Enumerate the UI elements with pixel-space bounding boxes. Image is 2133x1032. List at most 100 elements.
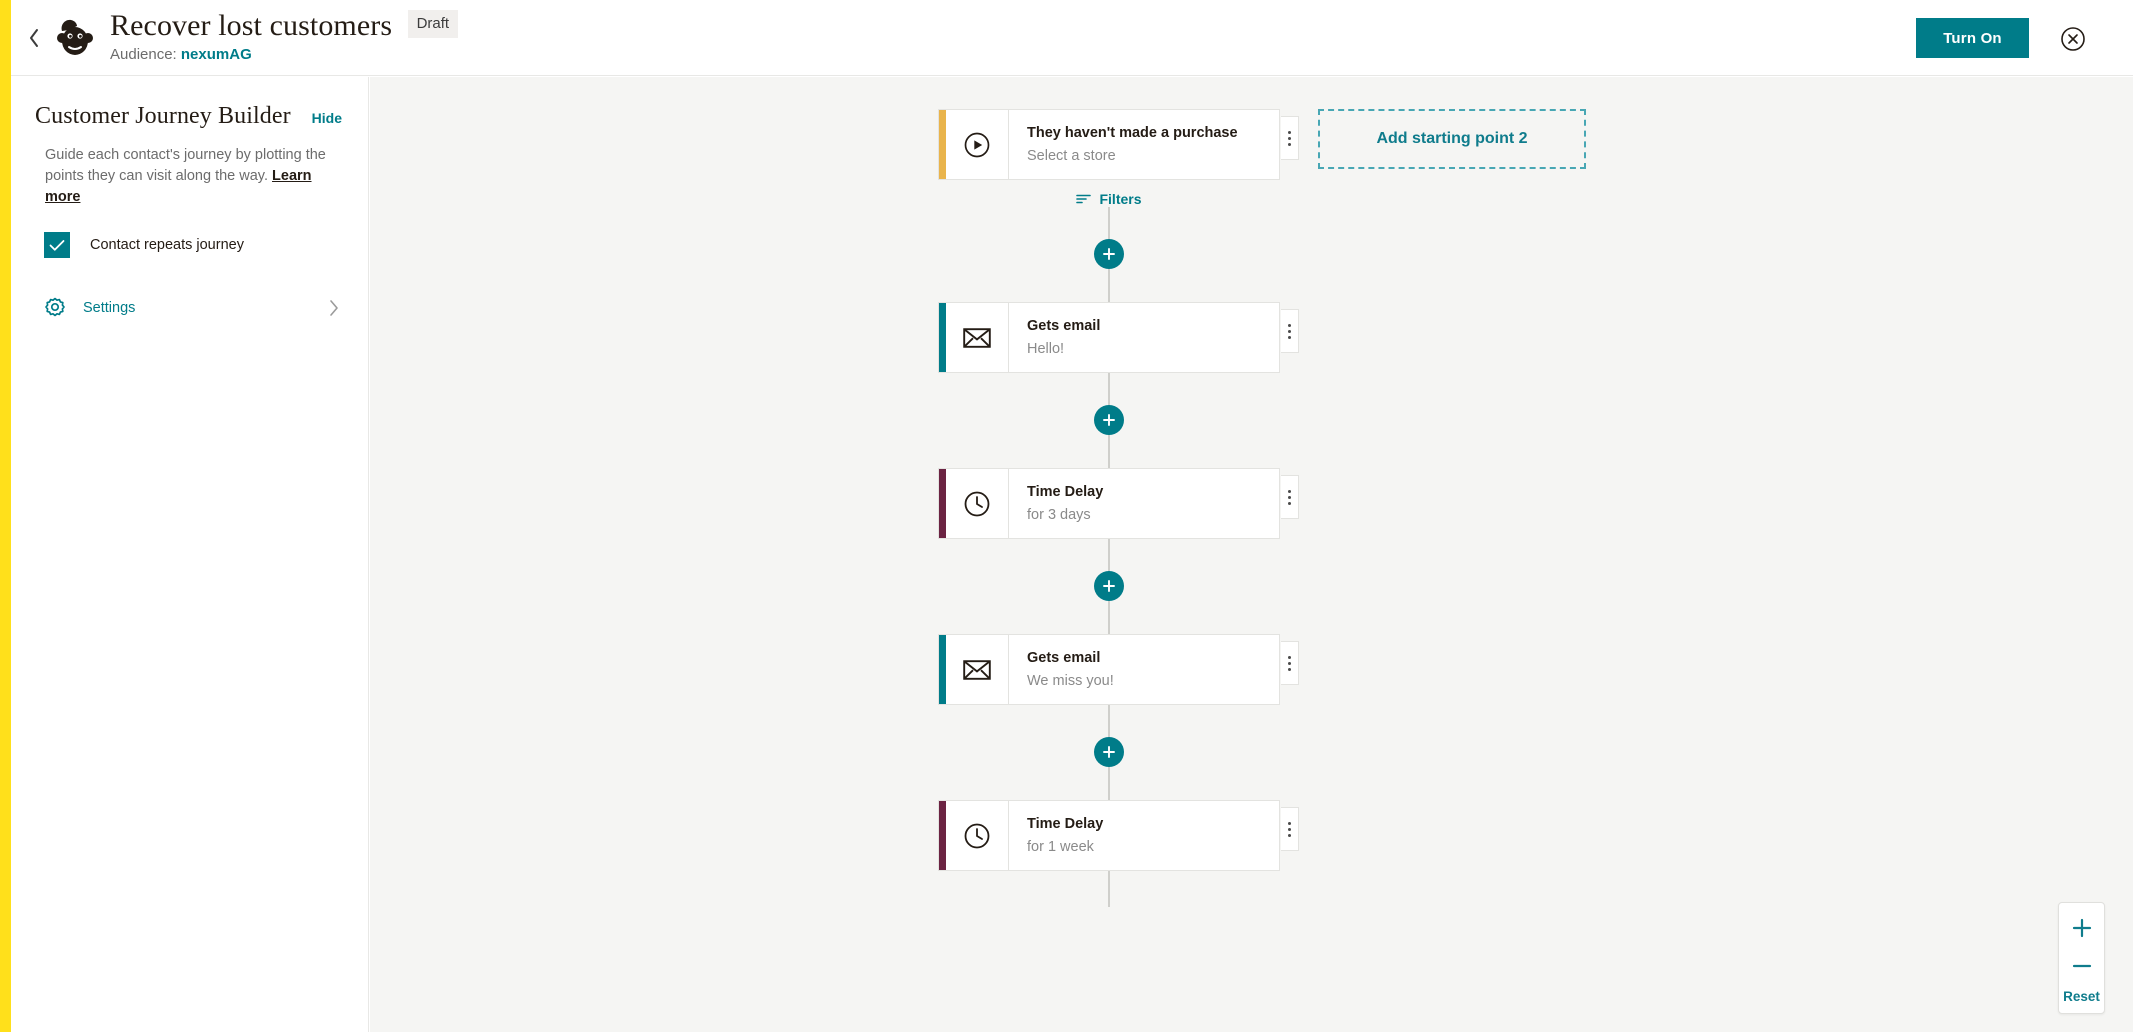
contact-repeats-journey-checkbox[interactable] [44,232,70,258]
audience-name-link[interactable]: nexumAG [181,46,252,63]
zoom-reset-button[interactable]: Reset [2059,987,2104,1004]
check-icon [49,239,65,252]
add-step-button[interactable] [1094,571,1124,601]
close-button[interactable] [2060,26,2086,52]
add-step-button[interactable] [1094,737,1124,767]
node-subtitle: Select a store [1027,148,1116,164]
kebab-dot [1288,833,1291,837]
sidebar-description: Guide each contact's journey by plotting… [45,145,334,208]
node-menu-button[interactable] [1281,309,1299,353]
journey-node-delay[interactable]: Time Delay for 1 week [938,800,1299,871]
node-title: They haven't made a purchase [1027,125,1238,141]
add-step-button[interactable] [1094,239,1124,269]
node-body: Gets email We miss you! [1008,635,1279,704]
kebab-dot [1288,667,1291,671]
plus-icon [1102,745,1116,759]
node-menu-button[interactable] [1281,475,1299,519]
hide-panel-link[interactable]: Hide [312,110,342,126]
node-accent-bar [939,303,946,372]
audience-label: Audience: [110,46,177,63]
journey-node-email[interactable]: Gets email Hello! [938,302,1299,373]
node-menu-button[interactable] [1281,641,1299,685]
envelope-icon [946,635,1008,704]
contact-repeats-journey-label: Contact repeats journey [90,237,244,253]
flow-connector [938,539,1280,634]
kebab-dot [1288,329,1291,333]
flow-connector [938,871,1280,907]
status-badge: Draft [407,10,459,38]
zoom-controls: Reset [2058,902,2105,1014]
play-circle-icon [946,110,1008,179]
envelope-icon [946,303,1008,372]
kebab-dot [1288,661,1291,665]
sidebar-title: Customer Journey Builder [35,103,291,129]
node-body: Time Delay for 1 week [1008,801,1279,870]
flow-connector [938,207,1280,302]
node-subtitle: for 3 days [1027,507,1091,523]
node-body: Time Delay for 3 days [1008,469,1279,538]
flow-connector [938,705,1280,800]
node-accent-bar [939,801,946,870]
add-step-button[interactable] [1094,405,1124,435]
journey-node-email[interactable]: Gets email We miss you! [938,634,1299,705]
add-starting-point-label: Add starting point 2 [1376,130,1528,147]
plus-icon [2071,917,2093,943]
kebab-dot [1288,335,1291,339]
node-title: Gets email [1027,318,1101,334]
kebab-dot [1288,655,1291,659]
chevron-right-icon [328,299,342,317]
node-subtitle: We miss you! [1027,673,1114,689]
turn-on-button[interactable]: Turn On [1916,18,2029,58]
node-title: Time Delay [1027,816,1104,832]
connector-line [1108,871,1110,907]
journey-canvas[interactable]: Add starting point 2 They haven't made a… [370,77,2133,1032]
sidebar-item-settings[interactable]: Settings [11,288,368,328]
kebab-dot [1288,495,1291,499]
clock-icon [946,469,1008,538]
node-subtitle: Hello! [1027,341,1065,357]
plus-icon [1102,579,1116,593]
plus-icon [1102,413,1116,427]
filter-icon [1076,193,1092,205]
top-bar: Recover lost customers Draft Audience: n… [11,0,2133,76]
sidebar-panel: Customer Journey Builder Hide Guide each… [11,77,369,1032]
mailchimp-logo [51,14,99,62]
node-menu-button[interactable] [1281,116,1299,160]
node-accent-bar [939,469,946,538]
clock-icon [946,801,1008,870]
title-block: Recover lost customers Draft Audience: n… [110,9,459,64]
filters-link[interactable]: Filters [938,191,1280,207]
journey-builder-app: Recover lost customers Draft Audience: n… [0,0,2133,1032]
filters-label: Filters [1099,191,1142,207]
kebab-dot [1288,827,1291,831]
node-menu-button[interactable] [1281,807,1299,851]
journey-flow: They haven't made a purchase Select a st… [938,109,1299,907]
journey-node-delay[interactable]: Time Delay for 3 days [938,468,1299,539]
node-body: Gets email Hello! [1008,303,1279,372]
zoom-out-button[interactable] [2059,949,2104,987]
back-button[interactable] [20,22,48,54]
kebab-dot [1288,489,1291,493]
journey-node-trigger[interactable]: They haven't made a purchase Select a st… [938,109,1299,180]
node-title: Time Delay [1027,484,1104,500]
node-title: Gets email [1027,650,1101,666]
sidebar-header: Customer Journey Builder Hide [11,77,368,131]
add-starting-point-button[interactable]: Add starting point 2 [1318,109,1586,169]
chevron-left-icon [28,28,40,48]
kebab-dot [1288,501,1291,505]
settings-label: Settings [83,300,136,316]
gear-icon [43,296,67,320]
node-body: They haven't made a purchase Select a st… [1008,110,1279,179]
contact-repeats-journey-row[interactable]: Contact repeats journey [44,232,368,258]
zoom-in-button[interactable] [2059,911,2104,949]
kebab-dot [1288,323,1291,327]
kebab-dot [1288,130,1291,134]
close-circle-icon [2060,26,2086,52]
page-title: Recover lost customers [110,9,393,42]
kebab-dot [1288,136,1291,140]
kebab-dot [1288,821,1291,825]
flow-connector [938,373,1280,468]
audience-line: Audience: nexumAG [110,45,458,64]
node-accent-bar [939,635,946,704]
node-accent-bar [939,110,946,179]
